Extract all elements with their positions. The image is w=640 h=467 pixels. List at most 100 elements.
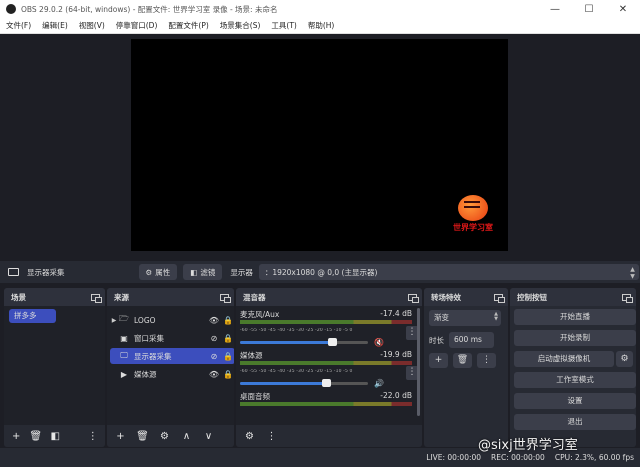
- close-button[interactable]: ✕: [606, 0, 640, 18]
- volume-slider[interactable]: [240, 378, 368, 387]
- exit-button[interactable]: 退出: [514, 414, 636, 430]
- add-source-button[interactable]: +: [112, 429, 129, 444]
- mixer-settings-button[interactable]: ⚙: [241, 429, 258, 444]
- source-item[interactable]: ▣ 窗口采集 ⊘ 🔒: [110, 330, 234, 346]
- source-item[interactable]: ▶ 媒体源 👁 🔒: [110, 366, 234, 382]
- undock-icon[interactable]: [408, 293, 419, 303]
- volume-slider[interactable]: [240, 337, 368, 346]
- scene-filters-button[interactable]: ◧: [48, 429, 63, 444]
- meter-ticks: -60 -55 -50 -45 -40 -35 -30 -25 -20 -15 …: [240, 369, 353, 374]
- source-name: 媒体源: [134, 369, 157, 379]
- mixer-header: 混音器: [236, 288, 422, 306]
- scenes-footer: + 🗑 ◧ ⋮: [4, 425, 105, 447]
- menu-tools[interactable]: 工具(T): [271, 20, 296, 31]
- slider-knob[interactable]: [321, 378, 331, 387]
- remove-scene-button[interactable]: 🗑: [29, 429, 44, 444]
- overlay-watermark: @sixj世界学习室: [478, 438, 578, 453]
- lock-icon[interactable]: 🔒: [221, 316, 234, 325]
- volume-meter: [240, 361, 412, 365]
- filters-button[interactable]: ◧ 滤镜: [183, 264, 223, 280]
- menu-profile[interactable]: 配置文件(P): [168, 20, 208, 31]
- menu-edit[interactable]: 编辑(E): [42, 20, 68, 31]
- properties-button[interactable]: ⚙ 属性: [138, 264, 178, 280]
- undock-icon[interactable]: [91, 293, 102, 303]
- rec-status: REC: 00:00:00: [491, 453, 545, 462]
- virtual-camera-settings-icon[interactable]: ⚙: [616, 351, 633, 367]
- sources-title: 来源: [114, 292, 129, 302]
- lock-icon[interactable]: 🔒: [221, 334, 234, 343]
- start-virtual-camera-button[interactable]: 启动虚拟摄像机: [514, 351, 614, 367]
- channel-db: -17.4 dB: [380, 309, 412, 318]
- duration-input[interactable]: 600 ms: [449, 332, 494, 348]
- scene-item[interactable]: 拼多多: [9, 309, 56, 323]
- mixer-scrollbar[interactable]: [417, 308, 420, 416]
- spin-arrows-icon: ▲ ▼: [630, 266, 635, 280]
- add-scene-button[interactable]: +: [9, 429, 24, 444]
- mixer-dock: 混音器 麦克风/Aux -17.4 dB -60 -55 -50 -45 -40…: [236, 288, 422, 447]
- remove-source-button[interactable]: 🗑: [134, 429, 151, 444]
- slider-knob[interactable]: [328, 337, 338, 346]
- cpu-status: CPU: 2.3%, 60.00 fps: [554, 453, 634, 462]
- slider-fill: [240, 340, 333, 344]
- transition-select[interactable]: 渐变 ▲ ▼: [429, 310, 501, 326]
- menu-file[interactable]: 文件(F): [6, 20, 31, 31]
- obs-logo-icon: [6, 4, 16, 14]
- scenes-dock: 场景 拼多多 + 🗑 ◧ ⋮: [4, 288, 105, 447]
- menu-view[interactable]: 视图(V): [79, 20, 105, 31]
- sources-header: 来源: [107, 288, 234, 306]
- mixer-channels: 麦克风/Aux -17.4 dB -60 -55 -50 -45 -40 -35…: [236, 306, 422, 425]
- add-transition-button[interactable]: +: [429, 353, 448, 368]
- move-up-button[interactable]: ∧: [178, 429, 195, 444]
- channel-db: -19.9 dB: [380, 350, 412, 359]
- source-item[interactable]: ▶ 🗁 LOGO 👁 🔒: [110, 312, 234, 328]
- scenes-list: 拼多多: [4, 306, 105, 425]
- scene-more-button[interactable]: ⋮: [86, 429, 101, 444]
- undock-icon[interactable]: [622, 293, 633, 303]
- speaker-muted-icon[interactable]: 🔇: [374, 338, 384, 347]
- start-recording-button[interactable]: 开始录制: [514, 330, 636, 346]
- source-item-selected[interactable]: 🖵 显示器采集 ⊘ 🔒: [110, 348, 234, 364]
- mixer-channel: 桌面音频 -22.0 dB: [240, 391, 412, 406]
- monitor-icon: 🖵: [120, 351, 128, 360]
- display-select[interactable]: ：1920x1080 @ 0,0 (主显示器) ▲ ▼: [258, 264, 639, 280]
- source-name: LOGO: [134, 315, 156, 325]
- remove-transition-button[interactable]: 🗑: [453, 353, 472, 368]
- folder-icon: 🗁: [119, 314, 129, 323]
- controls-header: 控制按钮: [510, 288, 636, 306]
- menu-help[interactable]: 帮助(H): [308, 20, 335, 31]
- filters-label: 滤镜: [200, 267, 216, 277]
- mixer-menu-button[interactable]: ⋮: [263, 429, 280, 444]
- preview-canvas[interactable]: 世界学习室: [131, 39, 508, 251]
- transitions-body: 渐变 ▲ ▼ 时长 600 ms + 🗑 ⋮: [424, 306, 508, 425]
- settings-button[interactable]: 设置: [514, 393, 636, 409]
- menu-docks[interactable]: 停靠窗口(D): [116, 20, 158, 31]
- sources-list: ▶ 🗁 LOGO 👁 🔒 ▣ 窗口采集 ⊘ 🔒 🖵 显示器采集 ⊘ 🔒 ▶ 媒体…: [107, 306, 234, 425]
- channel-name: 麦克风/Aux: [240, 310, 280, 319]
- eye-hidden-icon[interactable]: ⊘: [207, 352, 221, 361]
- eye-hidden-icon[interactable]: ⊘: [207, 334, 221, 343]
- source-properties-button[interactable]: ⚙: [156, 429, 173, 444]
- scenes-header: 场景: [4, 288, 105, 306]
- start-streaming-button[interactable]: 开始直播: [514, 309, 636, 325]
- minimize-button[interactable]: —: [538, 0, 572, 18]
- speaker-icon[interactable]: 🔊: [374, 379, 384, 388]
- filter-icon: ◧: [190, 267, 198, 277]
- menu-scene-collection[interactable]: 场景集合(S): [220, 20, 261, 31]
- play-icon: ▶: [120, 369, 128, 379]
- window-icon: ▣: [120, 333, 128, 343]
- scenes-title: 场景: [11, 292, 26, 302]
- undock-icon[interactable]: [494, 293, 505, 303]
- transitions-dock: 转场特效 渐变 ▲ ▼ 时长 600 ms + 🗑 ⋮: [424, 288, 508, 447]
- studio-mode-button[interactable]: 工作室模式: [514, 372, 636, 388]
- channel-name: 桌面音频: [240, 392, 270, 401]
- eye-visible-icon[interactable]: 👁: [207, 370, 221, 379]
- lock-icon[interactable]: 🔒: [221, 352, 234, 361]
- eye-visible-icon[interactable]: 👁: [207, 316, 221, 325]
- maximize-button[interactable]: ☐: [572, 0, 606, 18]
- move-down-button[interactable]: ∨: [200, 429, 217, 444]
- undock-icon[interactable]: [220, 293, 231, 303]
- lock-icon[interactable]: 🔒: [221, 370, 234, 379]
- transition-menu-button[interactable]: ⋮: [477, 353, 496, 368]
- mixer-channel: 麦克风/Aux -17.4 dB -60 -55 -50 -45 -40 -35…: [240, 309, 412, 347]
- expand-arrow-icon[interactable]: ▶: [110, 317, 118, 324]
